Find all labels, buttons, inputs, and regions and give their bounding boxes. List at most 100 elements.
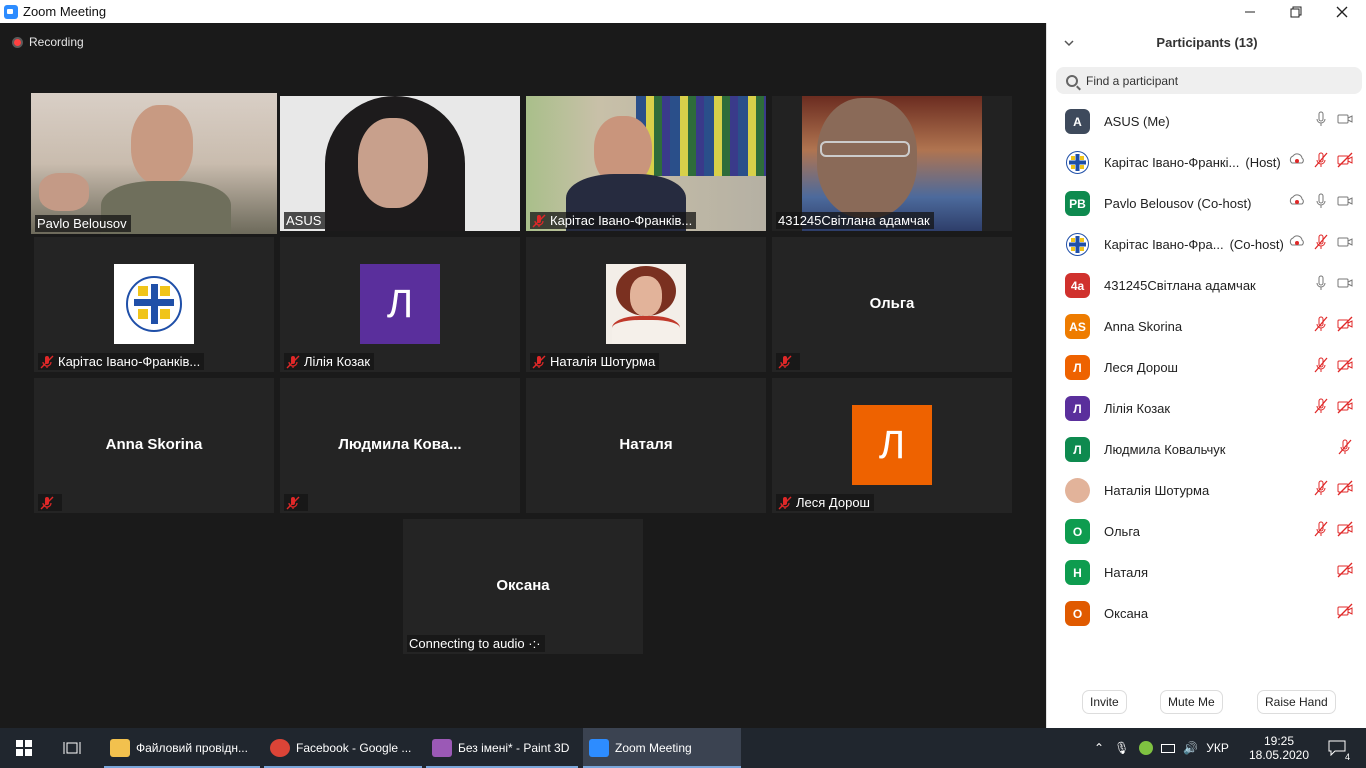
video-off-icon[interactable] (1337, 357, 1353, 378)
taskbar-app-label: Без імені* - Paint 3D (458, 741, 570, 755)
restore-button[interactable] (1273, 0, 1319, 23)
clock-date: 18.05.2020 (1248, 748, 1310, 762)
microphone-icon[interactable]: 🎙 (1114, 741, 1129, 755)
video-tile[interactable]: Наталія Шотурма (526, 237, 766, 372)
mic-muted-icon[interactable] (1313, 234, 1329, 255)
taskbar-app-button[interactable]: Файловий провідн... (104, 728, 260, 768)
notification-center-button[interactable]: 4 (1322, 728, 1352, 768)
panel-title: Participants (13) (1156, 35, 1258, 50)
video-tile[interactable]: Людмила Кова... (280, 378, 520, 513)
raise-hand-button[interactable]: Raise Hand (1257, 690, 1336, 714)
participant-search[interactable] (1056, 67, 1362, 94)
participant-row[interactable]: О Ольга (1047, 511, 1366, 552)
participant-row[interactable]: Л Лілія Козак (1047, 388, 1366, 429)
video-camera-icon[interactable] (1337, 234, 1353, 255)
video-camera-icon[interactable] (1337, 193, 1353, 214)
microphone-icon[interactable] (1313, 193, 1329, 214)
participant-row[interactable]: Л Леся Дорош (1047, 347, 1366, 388)
mic-muted-icon (40, 496, 54, 509)
participant-status-icons (1313, 357, 1353, 378)
mic-muted-icon[interactable] (1313, 521, 1329, 542)
mic-muted-icon[interactable] (1313, 398, 1329, 419)
app-tray-icon[interactable] (1139, 741, 1154, 755)
video-tile[interactable]: Л Лілія Козак (280, 237, 520, 372)
participant-row[interactable]: Карітас Івано-Франкі... (Host) (1047, 142, 1366, 183)
microphone-icon[interactable] (1313, 111, 1329, 132)
video-off-icon[interactable] (1337, 521, 1353, 542)
participant-status-icons (1313, 398, 1353, 419)
mic-muted-icon[interactable] (1313, 480, 1329, 501)
participant-row[interactable]: Наталія Шотурма (1047, 470, 1366, 511)
video-tile[interactable]: 431245Світлана адамчак (772, 96, 1012, 231)
participant-row[interactable]: PB Pavlo Belousov (Co-host) (1047, 183, 1366, 224)
invite-button[interactable]: Invite (1082, 690, 1127, 714)
video-tile[interactable]: Оксана Connecting to audio ·:· (403, 519, 643, 654)
close-icon (1336, 6, 1348, 17)
taskbar-app-button[interactable]: Без імені* - Paint 3D (426, 728, 578, 768)
video-off-icon[interactable] (1337, 316, 1353, 337)
participant-status-icons (1313, 111, 1353, 132)
battery-icon[interactable] (1161, 743, 1176, 753)
participant-name: Людмила Ковальчук (1104, 442, 1226, 457)
participant-row[interactable]: О Оксана (1047, 593, 1366, 634)
video-tile[interactable]: Anna Skorina (34, 378, 274, 513)
video-camera-icon[interactable] (1337, 275, 1353, 296)
participant-name: Лілія Козак (1104, 401, 1171, 416)
chrome-icon (270, 739, 290, 757)
participant-status-icons (1313, 480, 1353, 501)
tile-name-label: Наталія Шотурма (530, 353, 660, 370)
participant-row[interactable]: Карітас Івано-Фра... (Co-host) (1047, 224, 1366, 265)
participant-row[interactable]: 4a 431245Світлана адамчак (1047, 265, 1366, 306)
participant-row[interactable]: A ASUS (Me) (1047, 101, 1366, 142)
mic-muted-icon[interactable] (1337, 439, 1353, 460)
participant-row[interactable]: Л Людмила Ковальчук (1047, 429, 1366, 470)
taskbar-app-button[interactable]: Zoom Meeting (583, 728, 741, 768)
start-button[interactable] (0, 728, 48, 768)
video-tile[interactable]: Карітас Івано-Франків... (526, 96, 766, 231)
video-camera-icon[interactable] (1337, 111, 1353, 132)
video-off-icon[interactable] (1337, 480, 1353, 501)
video-tile[interactable]: ASUS (280, 96, 520, 231)
task-view-button[interactable] (48, 728, 96, 768)
participant-name: Pavlo Belousov (Co-host) (1104, 196, 1252, 211)
participant-display-name: Людмила Кова... (338, 436, 462, 453)
mic-muted-icon[interactable] (1313, 316, 1329, 337)
mic-muted-icon[interactable] (1313, 152, 1329, 173)
video-tile[interactable]: Л Леся Дорош (772, 378, 1012, 513)
minimize-button[interactable] (1227, 0, 1273, 23)
video-off-icon[interactable] (1337, 603, 1353, 624)
participant-photo (606, 264, 686, 344)
language-indicator[interactable]: УКР (1206, 741, 1229, 755)
participant-row[interactable]: Н Наталя (1047, 552, 1366, 593)
volume-icon[interactable]: 🔊 (1183, 741, 1198, 755)
search-icon (1066, 74, 1078, 87)
recording-cloud-icon (1289, 193, 1305, 214)
video-tile[interactable]: Pavlo Belousov (31, 93, 277, 234)
video-tile[interactable]: Ольга (772, 237, 1012, 372)
video-tile[interactable]: Наталя (526, 378, 766, 513)
participant-avatar: Л (360, 264, 440, 344)
microphone-icon[interactable] (1313, 275, 1329, 296)
video-off-icon[interactable] (1337, 398, 1353, 419)
participant-status-icons (1313, 275, 1353, 296)
taskbar-app-button[interactable]: Facebook - Google ... (264, 728, 422, 768)
chevron-up-icon[interactable]: ⌃ (1094, 741, 1104, 755)
close-button[interactable] (1319, 0, 1365, 23)
participant-video (31, 93, 277, 234)
recording-indicator[interactable]: Recording (12, 35, 84, 49)
mic-muted-icon[interactable] (1313, 357, 1329, 378)
mute-me-button[interactable]: Mute Me (1160, 690, 1223, 714)
search-input[interactable] (1086, 73, 1346, 88)
participant-status-icons (1313, 521, 1353, 542)
participant-status-icons (1337, 439, 1353, 460)
video-off-icon[interactable] (1337, 152, 1353, 173)
window-title: Zoom Meeting (23, 4, 107, 19)
participant-status-icons (1289, 152, 1353, 173)
participant-row[interactable]: AS Anna Skorina (1047, 306, 1366, 347)
clock[interactable]: 19:25 18.05.2020 (1248, 728, 1310, 768)
participant-status-icons (1289, 234, 1353, 255)
paint3d-icon (432, 739, 452, 757)
tile-name-label: Лілія Козак (284, 353, 375, 370)
video-off-icon[interactable] (1337, 562, 1353, 583)
video-tile[interactable]: Карітас Івано-Франків... (34, 237, 274, 372)
